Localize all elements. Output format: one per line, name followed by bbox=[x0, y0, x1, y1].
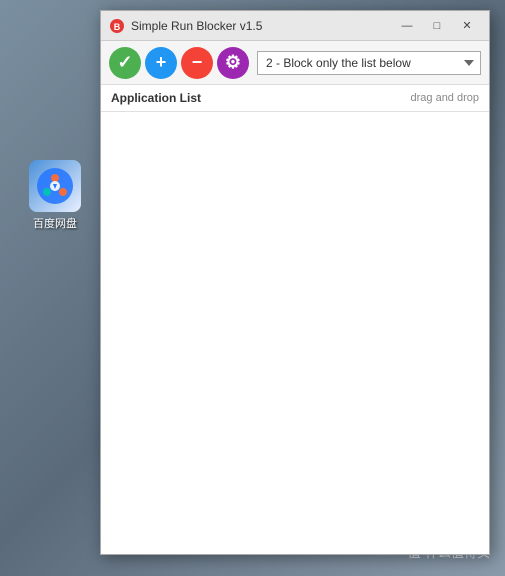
close-button[interactable]: ✕ bbox=[453, 15, 481, 37]
minimize-button[interactable]: — bbox=[393, 15, 421, 37]
title-bar-controls: — □ ✕ bbox=[393, 15, 481, 37]
desktop-icon-label: 百度网盘 bbox=[33, 215, 77, 231]
remove-button[interactable]: − bbox=[181, 47, 213, 79]
check-icon: ✓ bbox=[117, 52, 132, 73]
content-header: Application List drag and drop bbox=[101, 85, 489, 112]
add-button[interactable]: + bbox=[145, 47, 177, 79]
mode-dropdown[interactable]: 0 - Disabled 1 - Block all 2 - Block onl… bbox=[257, 51, 481, 75]
settings-button[interactable]: ⚙ bbox=[217, 47, 249, 79]
check-button[interactable]: ✓ bbox=[109, 47, 141, 79]
remove-icon: − bbox=[192, 52, 203, 73]
app-icon: B bbox=[109, 18, 125, 34]
application-list bbox=[101, 112, 489, 554]
svg-text:B: B bbox=[114, 22, 121, 32]
add-icon: + bbox=[156, 52, 167, 73]
main-window: B Simple Run Blocker v1.5 — □ ✕ ✓ + − ⚙ … bbox=[100, 10, 490, 555]
title-bar: B Simple Run Blocker v1.5 — □ ✕ bbox=[101, 11, 489, 41]
app-list-label: Application List bbox=[111, 91, 201, 105]
content-area: Application List drag and drop bbox=[101, 85, 489, 554]
desktop-icon-image bbox=[29, 160, 81, 212]
window-title: Simple Run Blocker v1.5 bbox=[131, 19, 393, 33]
gear-icon: ⚙ bbox=[225, 52, 241, 73]
drag-drop-hint: drag and drop bbox=[411, 92, 480, 104]
maximize-button[interactable]: □ bbox=[423, 15, 451, 37]
desktop-icon-baidu[interactable]: 百度网盘 bbox=[20, 160, 90, 231]
toolbar: ✓ + − ⚙ 0 - Disabled 1 - Block all 2 - B… bbox=[101, 41, 489, 85]
mode-dropdown-wrapper: 0 - Disabled 1 - Block all 2 - Block onl… bbox=[257, 51, 481, 75]
